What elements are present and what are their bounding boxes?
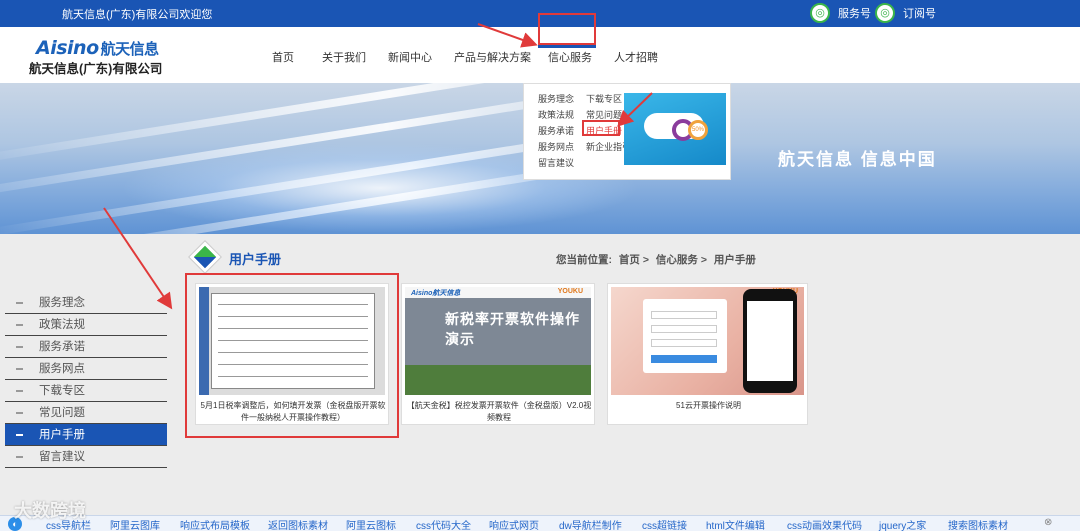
sidebar-item-label: 服务网点 <box>39 363 85 375</box>
sidebar-item-label: 留言建议 <box>39 451 85 463</box>
bullet-icon <box>16 434 23 436</box>
sidebar-item-commitment[interactable]: 服务承诺 <box>5 336 167 358</box>
sidebar-nav: 服务理念 政策法规 服务承诺 服务网点 下载专区 常见问题 用户手册 留言建议 <box>5 292 167 468</box>
bullet-icon <box>16 368 23 370</box>
dropdown-item-policy[interactable]: 政策法规 <box>538 108 574 121</box>
bullet-icon <box>16 302 23 304</box>
logo-brand-en: Aisino <box>36 37 99 59</box>
related-tags-bar: ◐ css导航栏 阿里云图库 响应式布局模板 返回图标素材 阿里云图标 css代… <box>0 515 1080 531</box>
tag-link[interactable]: 阿里云图库 <box>110 517 160 531</box>
tag-link[interactable]: 搜索图标素材 <box>948 517 1008 531</box>
sidebar-item-label: 服务承诺 <box>39 341 85 353</box>
breadcrumb-separator: > <box>700 254 707 266</box>
logo-brand-cn: 航天信息 <box>100 40 160 58</box>
user-manual-annotation-box <box>582 120 620 136</box>
close-icon[interactable]: ⊗ <box>1044 517 1052 528</box>
company-name: 航天信息(广东)有限公司 <box>29 62 163 76</box>
card-annotation-box <box>185 273 399 438</box>
card-caption[interactable]: 【航天金税】税控发票开票软件（金税盘版）V2.0视频教程 <box>406 400 592 424</box>
sidebar-item-label: 下载专区 <box>39 385 85 397</box>
sidebar-item-service-concept[interactable]: 服务理念 <box>5 292 167 314</box>
wechat-icon: ◎ <box>875 3 895 23</box>
welcome-text: 航天信息(广东)有限公司欢迎您 <box>62 9 213 21</box>
nav-service[interactable]: 信心服务 <box>548 49 592 65</box>
sidebar-item-label: 政策法规 <box>39 319 85 331</box>
breadcrumb-service[interactable]: 信心服务 <box>656 254 698 266</box>
tag-link[interactable]: css代码大全 <box>416 517 471 531</box>
subscription-account-link[interactable]: ◎ 订阅号 <box>875 3 936 23</box>
dropdown-item-feedback[interactable]: 留言建议 <box>538 156 574 169</box>
tag-link[interactable]: css超链接 <box>642 517 687 531</box>
nav-about[interactable]: 关于我们 <box>322 49 366 65</box>
breadcrumb-home[interactable]: 首页 <box>619 254 640 266</box>
nav-home[interactable]: 首页 <box>272 49 294 65</box>
tag-link[interactable]: css动画效果代码 <box>787 517 862 531</box>
wechat-icon: ◎ <box>810 3 830 23</box>
nav-news[interactable]: 新闻中心 <box>388 49 432 65</box>
tag-link[interactable]: 响应式网页 <box>489 517 539 531</box>
manual-card[interactable]: Aisino航天信息 YOUKU 新税率开票软件操作演示 【航天金税】税控发票开… <box>401 283 595 425</box>
sidebar-item-label: 服务理念 <box>39 297 85 309</box>
tag-link[interactable]: 返回图标素材 <box>268 517 328 531</box>
service-account-link[interactable]: ◎ 服务号 <box>810 3 871 23</box>
phone-icon <box>743 289 797 393</box>
sidebar-item-faq[interactable]: 常见问题 <box>5 402 167 424</box>
nav-careers[interactable]: 人才招聘 <box>614 49 658 65</box>
bullet-icon <box>16 412 23 414</box>
tag-link[interactable]: html文件编辑 <box>706 517 765 531</box>
login-form-preview <box>643 299 727 373</box>
card-caption[interactable]: 51云开票操作说明 <box>612 400 805 412</box>
percent-badge: 50% <box>688 120 708 140</box>
logo[interactable]: Aisino 航天信息 <box>36 37 159 59</box>
breadcrumb-current: 用户手册 <box>713 254 756 266</box>
manual-card[interactable]: YOUKU 51云开票操作说明 <box>607 283 808 425</box>
card-thumbnail: Aisino航天信息 YOUKU 新税率开票软件操作演示 <box>405 287 591 395</box>
dropdown-cloud-image: 50% <box>624 93 726 165</box>
nav-active-indicator <box>538 45 596 48</box>
bullet-icon <box>16 390 23 392</box>
sidebar-item-feedback[interactable]: 留言建议 <box>5 446 167 468</box>
dropdown-item-service-concept[interactable]: 服务理念 <box>538 92 574 105</box>
thumbnail-video-brand: YOUKU <box>557 288 583 295</box>
nav-products[interactable]: 产品与解决方案 <box>454 49 531 65</box>
breadcrumb-prefix: 您当前位置: <box>556 254 612 266</box>
tag-link[interactable]: 阿里云图标 <box>346 517 396 531</box>
nav-service-annotation-box <box>538 13 596 45</box>
bullet-icon <box>16 346 23 348</box>
banner-slogan: 航天信息 信息中国 <box>778 150 937 169</box>
tag-link[interactable]: jquery之家 <box>879 517 926 531</box>
dropdown-item-commitment[interactable]: 服务承诺 <box>538 124 574 137</box>
breadcrumb: 您当前位置: 首页 > 信心服务 > 用户手册 <box>556 252 760 267</box>
bullet-icon <box>16 456 23 458</box>
subscription-account-label: 订阅号 <box>903 8 936 20</box>
sidebar-item-label: 用户手册 <box>39 429 85 441</box>
thumbnail-brand: Aisino航天信息 <box>411 290 461 297</box>
thumbnail-title: 新税率开票软件操作演示 <box>445 311 580 347</box>
tag-link[interactable]: dw导航栏制作 <box>559 517 622 531</box>
watermark: 大数跨境 <box>14 501 86 521</box>
page-title: 用户手册 <box>229 252 282 267</box>
sidebar-item-outlets[interactable]: 服务网点 <box>5 358 167 380</box>
sidebar-item-policy[interactable]: 政策法规 <box>5 314 167 336</box>
breadcrumb-separator: > <box>642 254 649 266</box>
card-thumbnail: YOUKU <box>611 287 804 395</box>
bullet-icon <box>16 324 23 326</box>
service-account-label: 服务号 <box>838 8 871 20</box>
sidebar-item-user-manual[interactable]: 用户手册 <box>5 424 167 446</box>
dropdown-item-outlets[interactable]: 服务网点 <box>538 140 574 153</box>
sidebar-item-label: 常见问题 <box>39 407 85 419</box>
dropdown-item-downloads[interactable]: 下载专区 <box>586 92 622 105</box>
tag-link[interactable]: 响应式布局模板 <box>180 517 250 531</box>
sidebar-item-downloads[interactable]: 下载专区 <box>5 380 167 402</box>
